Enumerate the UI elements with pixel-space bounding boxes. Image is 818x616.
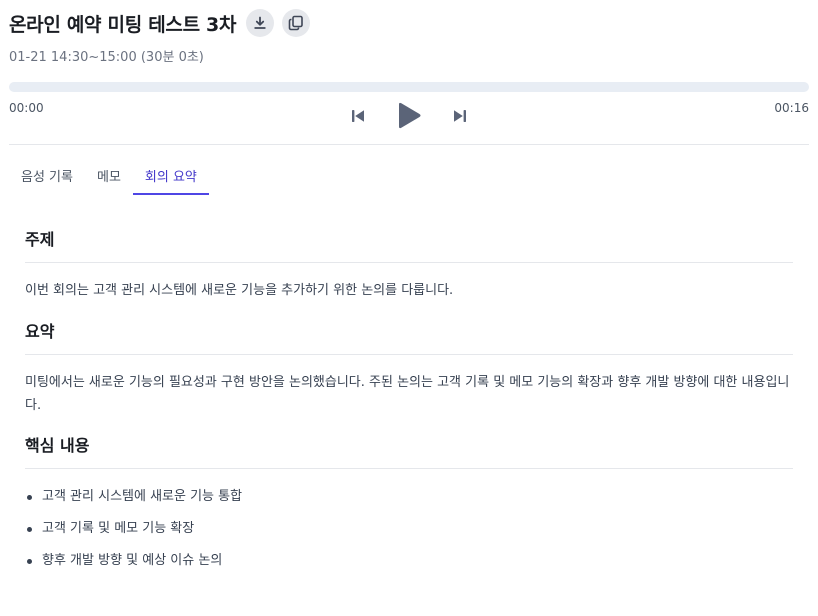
- section-divider: [25, 468, 793, 469]
- play-icon: [399, 102, 421, 129]
- tab-meeting-summary[interactable]: 회의 요약: [132, 158, 209, 195]
- copy-button[interactable]: [282, 9, 311, 37]
- copy-icon: [288, 15, 303, 31]
- current-time: 00:00: [9, 101, 44, 115]
- topic-heading: 주제: [25, 230, 55, 249]
- download-button[interactable]: [246, 9, 275, 37]
- bullet-dot: [27, 559, 32, 564]
- key-points-list: 고객 관리 시스템에 새로운 기능 통합 고객 기록 및 메모 기능 확장 향후…: [25, 487, 793, 583]
- section-divider: [25, 262, 793, 263]
- playback-controls: [350, 98, 468, 134]
- list-item-text: 고객 관리 시스템에 새로운 기능 통합: [42, 489, 243, 504]
- playback-progress-bar[interactable]: [9, 82, 809, 92]
- list-item-text: 향후 개발 방향 및 예상 이슈 논의: [42, 553, 223, 568]
- skip-previous-icon: [352, 110, 364, 122]
- list-item-text: 고객 기록 및 메모 기능 확장: [42, 521, 195, 536]
- overview-heading: 요약: [25, 322, 55, 341]
- bullet-dot: [27, 495, 32, 500]
- list-item: 고객 기록 및 메모 기능 확장: [25, 519, 793, 551]
- meeting-detail-page: 온라인 예약 미팅 테스트 3차 01-21 14:30~15:00 (30분 …: [0, 0, 818, 616]
- topic-section: 주제 이번 회의는 고객 관리 시스템에 새로운 기능을 추가하기 위한 논의를…: [25, 226, 793, 302]
- meeting-header: 온라인 예약 미팅 테스트 3차: [9, 8, 311, 38]
- topic-text: 이번 회의는 고객 관리 시스템에 새로운 기능을 추가하기 위한 논의를 다룹…: [25, 283, 454, 298]
- tab-voice-record[interactable]: 음성 기록: [9, 158, 85, 195]
- list-item: 향후 개발 방향 및 예상 이슈 논의: [25, 551, 793, 583]
- meeting-title: 온라인 예약 미팅 테스트 3차: [9, 13, 237, 36]
- meeting-datetime: 01-21 14:30~15:00 (30분 0초): [9, 50, 204, 65]
- tab-memo[interactable]: 메모: [85, 158, 133, 195]
- key-points-section: 핵심 내용 고객 관리 시스템에 새로운 기능 통합 고객 기록 및 메모 기능…: [25, 432, 793, 583]
- tab-bar: 음성 기록 메모 회의 요약: [9, 158, 209, 195]
- play-button[interactable]: [395, 101, 423, 131]
- header-divider: [9, 144, 809, 145]
- next-button[interactable]: [452, 108, 468, 124]
- previous-button[interactable]: [350, 108, 366, 124]
- skip-next-icon: [454, 110, 466, 122]
- overview-text: 미팅에서는 새로운 기능의 필요성과 구현 방안을 논의했습니다. 주된 논의는…: [25, 375, 790, 413]
- key-points-heading: 핵심 내용: [25, 436, 90, 455]
- list-item: 고객 관리 시스템에 새로운 기능 통합: [25, 487, 793, 519]
- overview-section: 요약 미팅에서는 새로운 기능의 필요성과 구현 방안을 논의했습니다. 주된 …: [25, 318, 793, 417]
- total-time: 00:16: [774, 101, 809, 115]
- bullet-dot: [27, 527, 32, 532]
- download-icon: [254, 16, 266, 29]
- section-divider: [25, 354, 793, 355]
